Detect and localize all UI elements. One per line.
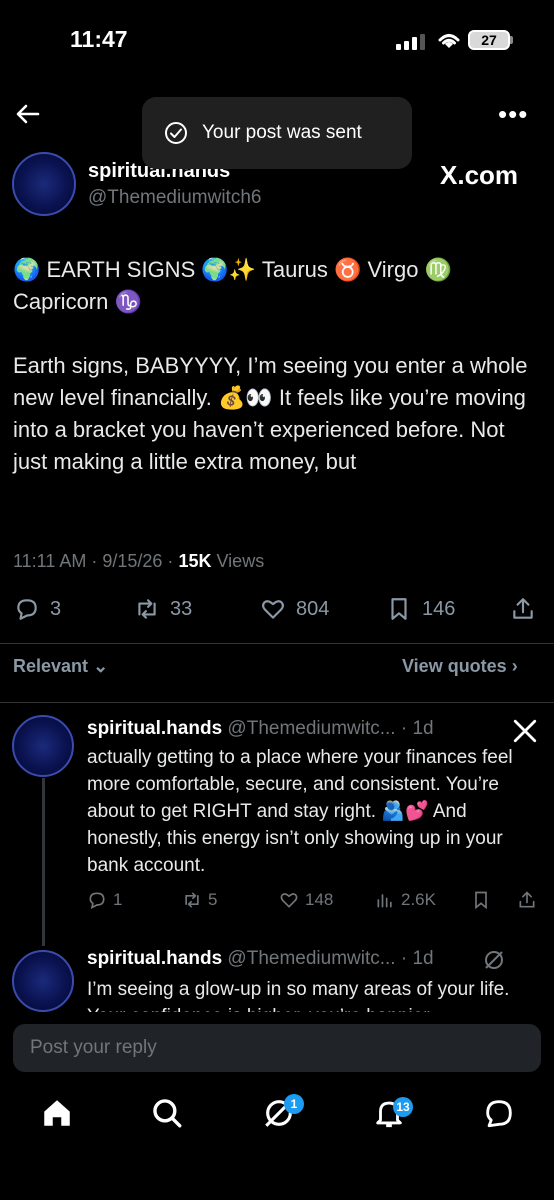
chevron-down-icon: ⌄ [93,656,109,676]
messages-icon[interactable] [482,1096,516,1130]
repost-icon [185,892,199,908]
reply-views-count: 2.6K [401,890,436,909]
like-count: 804 [296,597,330,620]
reply-avatar[interactable] [12,950,74,1012]
post-line-2: Capricorn ♑️ [13,289,142,314]
bookmark-icon [475,891,487,910]
battery-nub [510,36,513,44]
bookmark-count: 146 [422,597,456,620]
like-button[interactable]: 804 [260,596,329,622]
share-icon [519,891,535,908]
views-icon [377,894,392,908]
post-time: 11:11 AM · 9/15/26 · [13,551,174,571]
reply-text: I’m seeing a glow-up in so many areas of… [87,979,510,1012]
reply-author-name: spiritual.hands [87,718,223,739]
like-icon [280,893,298,908]
check-circle-icon [165,122,187,144]
reply-icon [17,599,37,620]
wifi-icon [438,34,460,48]
view-quotes-label: View quotes [402,656,507,676]
post-text: 🌍 EARTH SIGNS 🌍✨ Taurus ♉️ Virgo ♍️ Capr… [13,254,538,478]
avatar[interactable] [12,152,76,216]
divider [0,643,554,644]
reply-author[interactable]: spiritual.hands @Themediumwitc... · 1d [87,718,434,740]
grok-badge: 1 [284,1094,304,1114]
divider [0,702,554,703]
thread-line [42,778,45,946]
reply-avatar[interactable] [12,715,74,777]
post-meta: 11:11 AM · 9/15/26 · 15K Views [13,551,264,572]
like-icon [262,600,284,619]
bookmark-icon [391,598,407,620]
signal-icon [396,34,425,50]
source-label: X.com [440,160,519,190]
notifications-badge: 13 [393,1097,413,1117]
toast-text: Your post was sent [202,122,362,143]
reply-bookmark-button[interactable] [471,890,497,910]
toast: Your post was sent [142,97,412,169]
post-line-1: 🌍 EARTH SIGNS 🌍✨ Taurus ♉️ Virgo ♍️ [13,257,452,282]
sort-relevant[interactable]: Relevant ⌄ [13,656,108,677]
x-logo-icon [513,719,537,743]
chevron-right-icon: › [511,656,518,676]
bookmark-button[interactable]: 146 [386,596,455,622]
reply-placeholder: Post your reply [30,1037,157,1058]
repost-icon [138,599,156,619]
views-count: 15K [178,551,212,571]
reply-author-name: spiritual.hands [87,948,223,969]
reply-like-button[interactable]: 148 [279,890,333,910]
reply-handle-time: @Themediumwitc... · 1d [227,718,434,739]
search-icon[interactable] [150,1096,184,1130]
back-arrow-icon[interactable] [14,100,42,128]
reply-handle-time: @Themediumwitc... · 1d [227,948,434,969]
repost-button[interactable]: 33 [134,596,192,622]
battery-icon: 27 [468,30,510,50]
reply-reply-count: 1 [113,890,123,909]
more-icon[interactable]: ••• [498,101,528,127]
share-icon [513,598,533,619]
post-body: Earth signs, BABYYYY, I’m seeing you ent… [13,353,528,474]
reply-repost-count: 5 [208,890,218,909]
reply-count: 3 [50,597,62,620]
reply-like-count: 148 [305,890,334,909]
home-icon[interactable] [40,1096,74,1130]
reply-repost-button[interactable]: 5 [182,890,217,910]
view-quotes-link[interactable]: View quotes › [402,656,518,677]
reply-author[interactable]: spiritual.hands @Themediumwitc... · 1d [87,948,434,970]
reply-text: actually getting to a place where your f… [87,747,513,876]
author-handle[interactable]: @Themediumwitch6 [88,187,261,209]
reply-button[interactable]: 3 [14,596,61,622]
repost-count: 33 [170,597,193,620]
views-label: Views [216,551,265,571]
share-button[interactable] [510,596,546,622]
sort-relevant-label: Relevant [13,656,89,676]
status-time: 11:47 [70,26,128,52]
reply-icon [89,892,105,910]
grok-icon[interactable] [482,948,506,972]
reply-views[interactable]: 2.6K [375,890,436,910]
reply-reply-button[interactable]: 1 [87,890,122,910]
reply-share-button[interactable] [517,890,543,910]
